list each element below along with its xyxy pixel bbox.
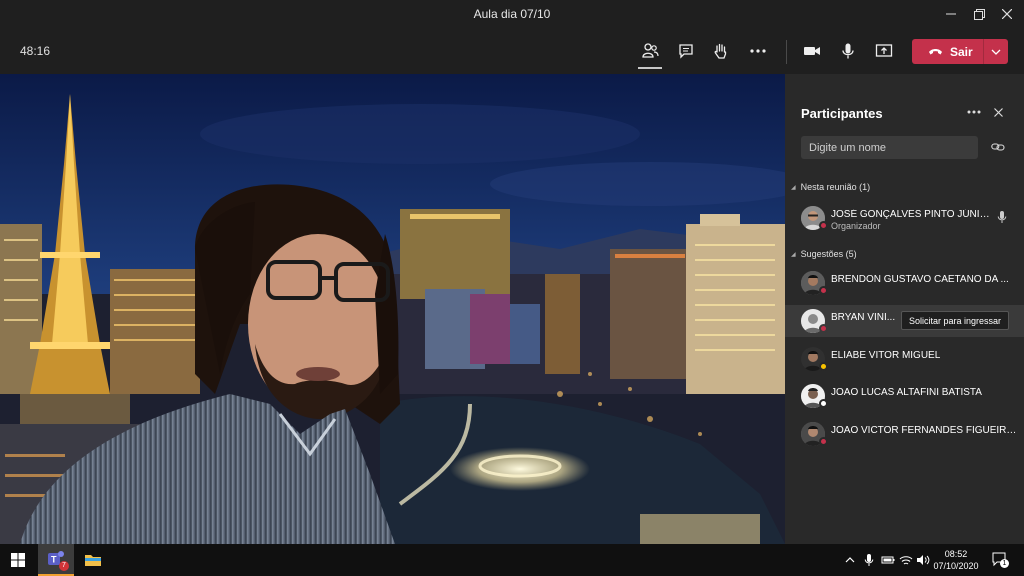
show-chat-button[interactable] <box>674 39 698 63</box>
suggestion-row[interactable]: JOAO LUCAS ALTAFINI BATISTA <box>785 380 1024 412</box>
taskbar-file-explorer[interactable] <box>76 544 110 576</box>
close-icon <box>1002 9 1012 19</box>
start-button[interactable] <box>0 544 36 576</box>
leave-label: Sair <box>950 44 973 59</box>
chevron-up-icon <box>845 557 855 563</box>
participants-icon <box>642 43 659 58</box>
action-center-button[interactable]: 1 <box>992 552 1009 572</box>
tray-volume[interactable] <box>916 553 930 571</box>
taskbar-clock[interactable]: 08:52 07/10/2020 <box>930 548 982 572</box>
participant-name: JOAO VICTOR FERNANDES FIGUEIRE... <box>831 425 1019 436</box>
microphone-icon <box>864 554 874 566</box>
show-participants-button[interactable] <box>638 39 662 69</box>
windows-logo-icon <box>11 553 25 567</box>
toolbar-separator <box>786 40 787 64</box>
presence-status-dot <box>819 399 828 408</box>
participant-name: ELIABE VITOR MIGUEL <box>831 350 941 361</box>
leave-options-dropdown[interactable] <box>984 39 1008 64</box>
presence-status-dot <box>819 324 828 333</box>
raise-hand-icon <box>714 43 727 59</box>
chevron-down-icon <box>991 49 1001 55</box>
wifi-icon <box>899 556 913 565</box>
show-hidden-icons-button[interactable] <box>845 553 855 571</box>
participant-row[interactable]: JOSÉ GONÇALVES PINTO JÚNIOR Organizador <box>785 202 1024 234</box>
minimize-button[interactable] <box>938 4 964 24</box>
participant-name: BRYAN VINI... <box>831 312 896 323</box>
collapse-triangle-icon: ◢ <box>791 184 796 191</box>
video-feed <box>0 74 785 544</box>
panel-title: Participantes <box>801 106 883 121</box>
microphone-toggle-button[interactable] <box>836 39 860 63</box>
microphone-icon <box>997 211 1007 223</box>
minimize-icon <box>946 13 956 15</box>
presence-status-dot <box>819 362 828 371</box>
meeting-toolbar: 48:16 Sair <box>0 28 1024 74</box>
tray-microphone[interactable] <box>864 553 874 572</box>
maximize-button[interactable] <box>966 4 992 24</box>
title-bar: Aula dia 07/10 <box>0 0 1024 28</box>
taskbar: T 7 08:52 07/10/2020 1 <box>0 544 1024 576</box>
clock-time: 08:52 <box>944 549 968 559</box>
microphone-icon <box>842 43 854 59</box>
suggestion-row[interactable]: JOAO VICTOR FERNANDES FIGUEIRE... <box>785 418 1024 450</box>
presence-status-dot <box>819 221 828 230</box>
in-meeting-label: Nesta reunião (1) <box>800 182 871 192</box>
camera-toggle-button[interactable] <box>800 39 824 63</box>
clock-date: 07/10/2020 <box>933 561 979 571</box>
raise-hand-button[interactable] <box>709 39 733 63</box>
participant-role: Organizador <box>831 221 881 231</box>
virtual-background-image <box>0 74 785 544</box>
collapse-triangle-icon: ◢ <box>791 251 796 258</box>
participant-search-input[interactable] <box>801 136 978 159</box>
suggestions-label: Sugestões (5) <box>800 249 857 259</box>
panel-close-button[interactable] <box>989 103 1007 121</box>
suggestion-row[interactable]: BRYAN VINI... Solicitar para ingressar <box>785 305 1024 337</box>
svg-text:T: T <box>51 555 57 565</box>
folder-icon <box>85 555 101 566</box>
teams-notification-badge: 7 <box>59 561 69 571</box>
participants-panel: Participantes ◢ Nesta reunião (1) JOSÉ G… <box>785 74 1024 544</box>
battery-icon <box>881 556 895 564</box>
more-actions-icon <box>750 49 766 53</box>
link-icon <box>991 143 1005 151</box>
share-screen-icon <box>875 44 893 57</box>
meeting-timer: 48:16 <box>20 44 51 58</box>
leave-phone-icon <box>929 49 942 55</box>
camera-icon <box>804 47 820 55</box>
participant-name: BRENDON GUSTAVO CAETANO DA ... <box>831 274 1009 285</box>
tray-wifi[interactable] <box>899 553 913 571</box>
tray-battery[interactable] <box>881 553 895 571</box>
participant-mic-status <box>997 210 1007 229</box>
leave-button-main[interactable]: Sair <box>912 39 983 64</box>
participant-name: JOSÉ GONÇALVES PINTO JÚNIOR <box>831 209 991 220</box>
share-invite-button[interactable] <box>989 138 1007 156</box>
participant-name: JOAO LUCAS ALTAFINI BATISTA <box>831 387 982 398</box>
in-meeting-section-header[interactable]: ◢ Nesta reunião (1) <box>791 182 870 192</box>
restore-icon <box>973 8 985 20</box>
suggestion-row[interactable]: ELIABE VITOR MIGUEL <box>785 343 1024 375</box>
panel-more-button[interactable] <box>965 103 983 121</box>
presence-status-dot <box>819 286 828 295</box>
chat-icon <box>679 44 693 59</box>
window-title: Aula dia 07/10 <box>473 7 551 21</box>
leave-meeting-button[interactable]: Sair <box>912 39 1008 64</box>
suggestion-row[interactable]: BRENDON GUSTAVO CAETANO DA ... <box>785 267 1024 299</box>
request-to-join-button[interactable]: Solicitar para ingressar <box>901 311 1009 330</box>
notification-count-badge: 1 <box>1000 559 1009 568</box>
close-icon <box>993 107 1003 117</box>
suggestions-section-header[interactable]: ◢ Sugestões (5) <box>791 249 857 259</box>
share-screen-button[interactable] <box>872 39 896 63</box>
more-actions-button[interactable] <box>746 39 770 63</box>
presence-status-dot <box>819 437 828 446</box>
taskbar-teams-app[interactable]: T 7 <box>38 544 74 576</box>
close-window-button[interactable] <box>994 4 1020 24</box>
volume-icon <box>917 555 930 565</box>
more-options-icon <box>967 110 981 114</box>
